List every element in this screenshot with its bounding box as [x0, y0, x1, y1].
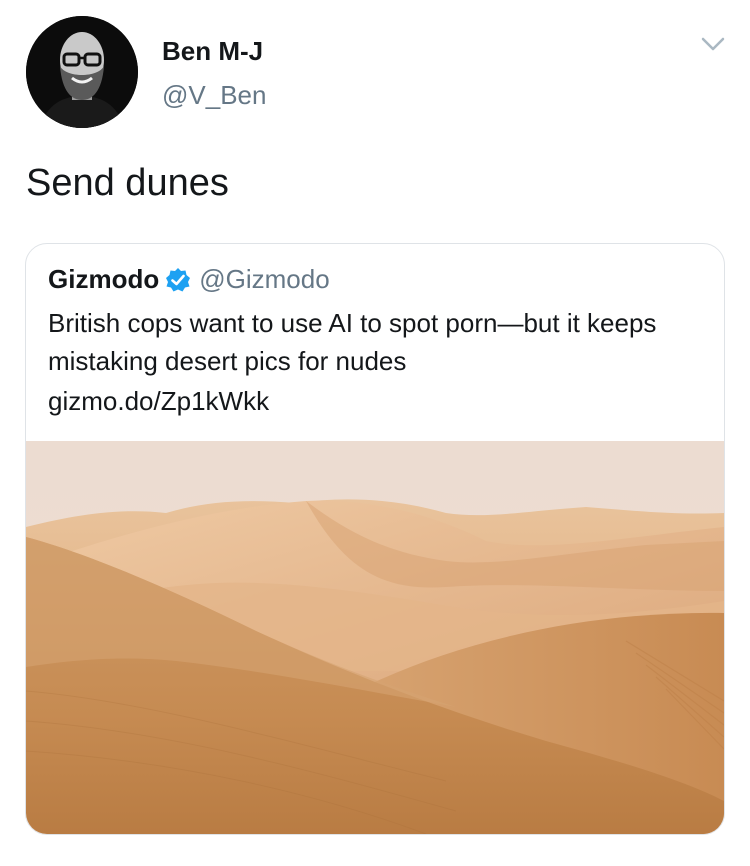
avatar-photo [26, 16, 138, 128]
tweet-text: Send dunes [26, 162, 229, 204]
author-handle[interactable]: @V_Ben [162, 80, 266, 111]
quoted-tweet-link[interactable]: gizmo.do/Zp1kWkk [48, 382, 269, 420]
avatar[interactable] [26, 16, 138, 128]
verified-badge-icon [165, 267, 191, 293]
quoted-author-name: Gizmodo [48, 264, 160, 294]
quoted-tweet-header: Gizmodo @Gizmodo [48, 264, 330, 295]
quoted-tweet-text: British cops want to use AI to spot porn… [48, 308, 657, 376]
quoted-author-handle: @Gizmodo [199, 264, 330, 294]
desert-dunes-photo[interactable] [26, 441, 724, 834]
quoted-tweet-card[interactable]: Gizmodo @Gizmodo British cops want to us… [25, 243, 725, 835]
chevron-down-icon[interactable] [698, 32, 728, 56]
author-name[interactable]: Ben M-J [162, 36, 263, 67]
